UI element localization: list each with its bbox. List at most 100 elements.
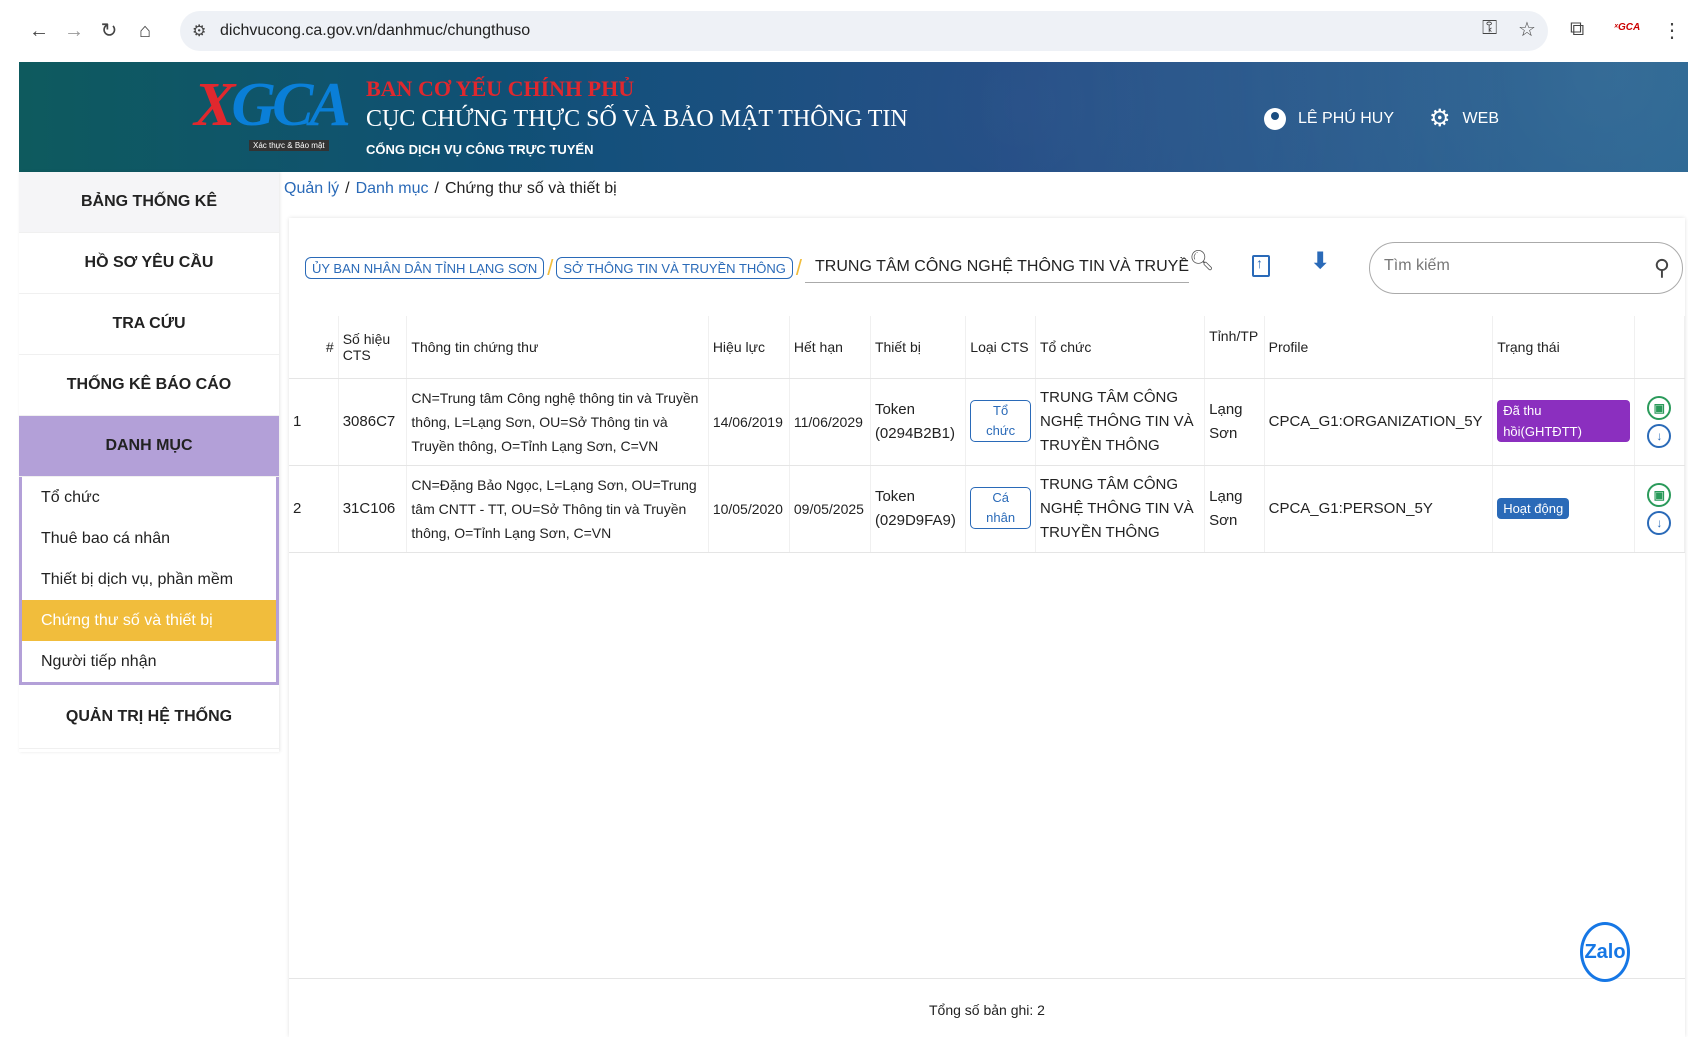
org-title-secondary: CỤC CHỨNG THỰC SỐ VÀ BẢO MẬT THÔNG TIN xyxy=(366,106,908,132)
logo-text: XGCA xyxy=(194,71,351,139)
cell-valid: 10/05/2020 xyxy=(708,465,790,553)
type-badge: Cá nhân xyxy=(970,487,1031,529)
cell-valid: 14/06/2019 xyxy=(708,378,790,466)
chip-separator: / xyxy=(547,254,554,280)
certificates-table: # Số hiệu CTS Thông tin chứng thư Hiệu l… xyxy=(289,316,1686,553)
chip-separator: / xyxy=(795,254,803,280)
cell-status: Hoạt động xyxy=(1492,465,1635,553)
cell-info: CN=Trung tâm Công nghệ thông tin và Truy… xyxy=(406,378,709,466)
filter-search-icon[interactable]: 🔍︎ xyxy=(1189,248,1214,273)
breadcrumb: Quản lý / Danh mục / Chứng thư số và thiết b… xyxy=(284,180,617,197)
table-header-row: # Số hiệu CTS Thông tin chứng thư Hiệu l… xyxy=(289,316,1686,379)
cell-num: 1 xyxy=(289,378,339,466)
menu-kebab-icon[interactable]: ⋮ xyxy=(1662,18,1682,43)
table-row[interactable]: 1 3086C7 CN=Trung tâm Công nghệ thông ti… xyxy=(289,378,1686,466)
key-icon[interactable]: ⚿ xyxy=(1482,17,1497,40)
record-count: Tổng số bản ghi: 2 xyxy=(929,1002,1045,1018)
zalo-chat-button[interactable]: Zalo xyxy=(1580,922,1630,982)
col-header-info[interactable]: Thông tin chứng thư xyxy=(406,316,709,379)
user-icon[interactable] xyxy=(1264,107,1286,130)
breadcrumb-link-manage[interactable]: Quản lý xyxy=(284,180,339,197)
col-header-device[interactable]: Thiết bị xyxy=(870,316,967,379)
cell-province: Lạng Sơn xyxy=(1204,465,1265,553)
submenu-item-devices[interactable]: Thiết bị dịch vụ, phần mềm xyxy=(22,559,276,600)
extensions-icon[interactable]: ⧉ xyxy=(1570,18,1584,41)
portal-title: CỔNG DỊCH VỤ CÔNG TRỰC TUYẾN xyxy=(366,142,594,157)
cell-expire: 11/06/2029 xyxy=(789,378,871,466)
download-icon[interactable]: ⬇ xyxy=(1311,248,1329,274)
reload-icon[interactable]: ↻ xyxy=(96,18,122,44)
cell-num: 2 xyxy=(289,465,339,553)
cell-info: CN=Đặng Bảo Ngọc, L=Lạng Sơn, OU=Trung t… xyxy=(406,465,709,553)
site-settings-icon[interactable]: ⚙ xyxy=(192,21,206,41)
cell-actions: ▣ ↓ xyxy=(1634,378,1686,466)
sidebar: BẢNG THỐNG KÊ HỒ SƠ YÊU CẦU TRA CỨU THỐN… xyxy=(19,172,279,752)
upload-file-icon[interactable] xyxy=(1252,255,1270,277)
cell-profile: CPCA_G1:PERSON_5Y xyxy=(1264,465,1494,553)
cell-status: Đã thu hồi(GHTĐTT) xyxy=(1492,378,1635,466)
filter-chip-province[interactable]: ỦY BAN NHÂN DÂN TỈNH LẠNG SƠN xyxy=(305,256,545,279)
main-panel: ỦY BAN NHÂN DÂN TỈNH LẠNG SƠN / SỞ THÔNG… xyxy=(289,218,1686,1037)
col-header-org[interactable]: Tổ chức xyxy=(1035,316,1206,379)
view-certificate-icon[interactable]: ▣ xyxy=(1647,395,1672,420)
home-icon[interactable]: ⌂ xyxy=(132,18,158,44)
cell-serial: 3086C7 xyxy=(338,378,408,466)
footer-divider xyxy=(289,978,1685,979)
star-icon[interactable]: ☆ xyxy=(1518,17,1536,42)
cell-expire: 09/05/2025 xyxy=(789,465,871,553)
sidebar-item-lookup[interactable]: TRA CỨU xyxy=(19,294,279,355)
search-box: ⚲ xyxy=(1369,242,1683,294)
cell-profile: CPCA_G1:ORGANIZATION_5Y xyxy=(1264,378,1494,466)
web-link[interactable]: WEB xyxy=(1463,110,1499,128)
table-row[interactable]: 2 31C106 CN=Đặng Bảo Ngọc, L=Lạng Sơn, O… xyxy=(289,465,1686,553)
download-certificate-icon[interactable]: ↓ xyxy=(1647,510,1672,535)
search-icon[interactable]: ⚲ xyxy=(1654,255,1670,281)
status-badge: Đã thu hồi(GHTĐTT) xyxy=(1497,399,1630,442)
org-title-primary: BAN CƠ YẾU CHÍNH PHỦ xyxy=(366,76,635,101)
back-arrow-icon[interactable]: ← xyxy=(26,18,52,44)
extension-logo-icon[interactable]: ˣGCA xyxy=(1614,22,1640,33)
breadcrumb-link-catalog[interactable]: Danh mục xyxy=(356,180,429,197)
cell-type: Cá nhân xyxy=(965,465,1036,553)
col-header-valid[interactable]: Hiệu lực xyxy=(708,316,790,379)
url-text: dichvucong.ca.gov.vn/danhmuc/chungthuso xyxy=(220,22,531,39)
forward-arrow-icon[interactable]: → xyxy=(61,18,87,44)
sidebar-item-catalog[interactable]: DANH MỤC xyxy=(19,416,279,477)
col-header-status[interactable]: Trạng thái xyxy=(1492,316,1635,379)
submenu-item-individual[interactable]: Thuê bao cá nhân xyxy=(22,518,276,559)
submenu-item-organization[interactable]: Tổ chức xyxy=(22,477,276,518)
sidebar-item-requests[interactable]: HỒ SƠ YÊU CẦU xyxy=(19,233,279,294)
gear-icon[interactable]: ⚙ xyxy=(1429,104,1451,133)
submenu-item-receivers[interactable]: Người tiếp nhận xyxy=(22,641,276,682)
filter-chip-department[interactable]: SỞ THÔNG TIN VÀ TRUYỀN THÔNG xyxy=(556,256,793,279)
sidebar-item-dashboard[interactable]: BẢNG THỐNG KÊ xyxy=(19,172,279,233)
col-header-profile[interactable]: Profile xyxy=(1264,316,1494,379)
user-area: LÊ PHÚ HUY ⚙ WEB xyxy=(1264,104,1499,133)
browser-toolbar: ← → ↻ ⌂ ⚙ dichvucong.ca.gov.vn/danhmuc/c… xyxy=(0,0,1688,62)
site-header: XGCA Xác thực & Bảo mật BAN CƠ YẾU CHÍNH… xyxy=(19,62,1688,172)
cell-province: Lạng Sơn xyxy=(1204,378,1265,466)
col-header-actions xyxy=(1634,316,1686,379)
download-certificate-icon[interactable]: ↓ xyxy=(1647,423,1672,448)
col-header-province[interactable]: Tỉnh/TP xyxy=(1204,316,1265,379)
submenu-item-certificates[interactable]: Chứng thư số và thiết bị xyxy=(22,600,276,641)
org-filter-field[interactable]: TRUNG TÂM CÔNG NGHỆ THÔNG TIN VÀ TRUYỀN … xyxy=(805,252,1190,283)
col-header-type[interactable]: Loại CTS xyxy=(965,316,1036,379)
cell-serial: 31C106 xyxy=(338,465,408,553)
catalog-submenu: Tổ chức Thuê bao cá nhân Thiết bị dịch v… xyxy=(19,477,279,685)
sidebar-item-admin[interactable]: QUẢN TRỊ HỆ THỐNG xyxy=(19,685,279,749)
filter-row: ỦY BAN NHÂN DÂN TỈNH LẠNG SƠN / SỞ THÔNG… xyxy=(305,252,1190,283)
cell-org: TRUNG TÂM CÔNG NGHỆ THÔNG TIN VÀ TRUYỀN … xyxy=(1035,465,1206,553)
cell-device: Token (029D9FA9) xyxy=(870,465,967,553)
site-logo[interactable]: XGCA Xác thực & Bảo mật xyxy=(194,70,359,160)
logo-subtitle: Xác thực & Bảo mật xyxy=(249,140,329,151)
col-header-expire[interactable]: Hết hạn xyxy=(789,316,871,379)
type-badge: Tổ chức xyxy=(970,400,1031,442)
user-name[interactable]: LÊ PHÚ HUY xyxy=(1298,110,1394,128)
address-bar[interactable]: ⚙ dichvucong.ca.gov.vn/danhmuc/chungthus… xyxy=(180,11,1548,51)
search-input[interactable] xyxy=(1384,257,1624,275)
breadcrumb-current: Chứng thư số và thiết bị xyxy=(444,180,617,197)
sidebar-item-reports[interactable]: THỐNG KÊ BÁO CÁO xyxy=(19,355,279,416)
view-certificate-icon[interactable]: ▣ xyxy=(1647,482,1672,507)
col-header-serial[interactable]: Số hiệu CTS xyxy=(338,316,408,379)
